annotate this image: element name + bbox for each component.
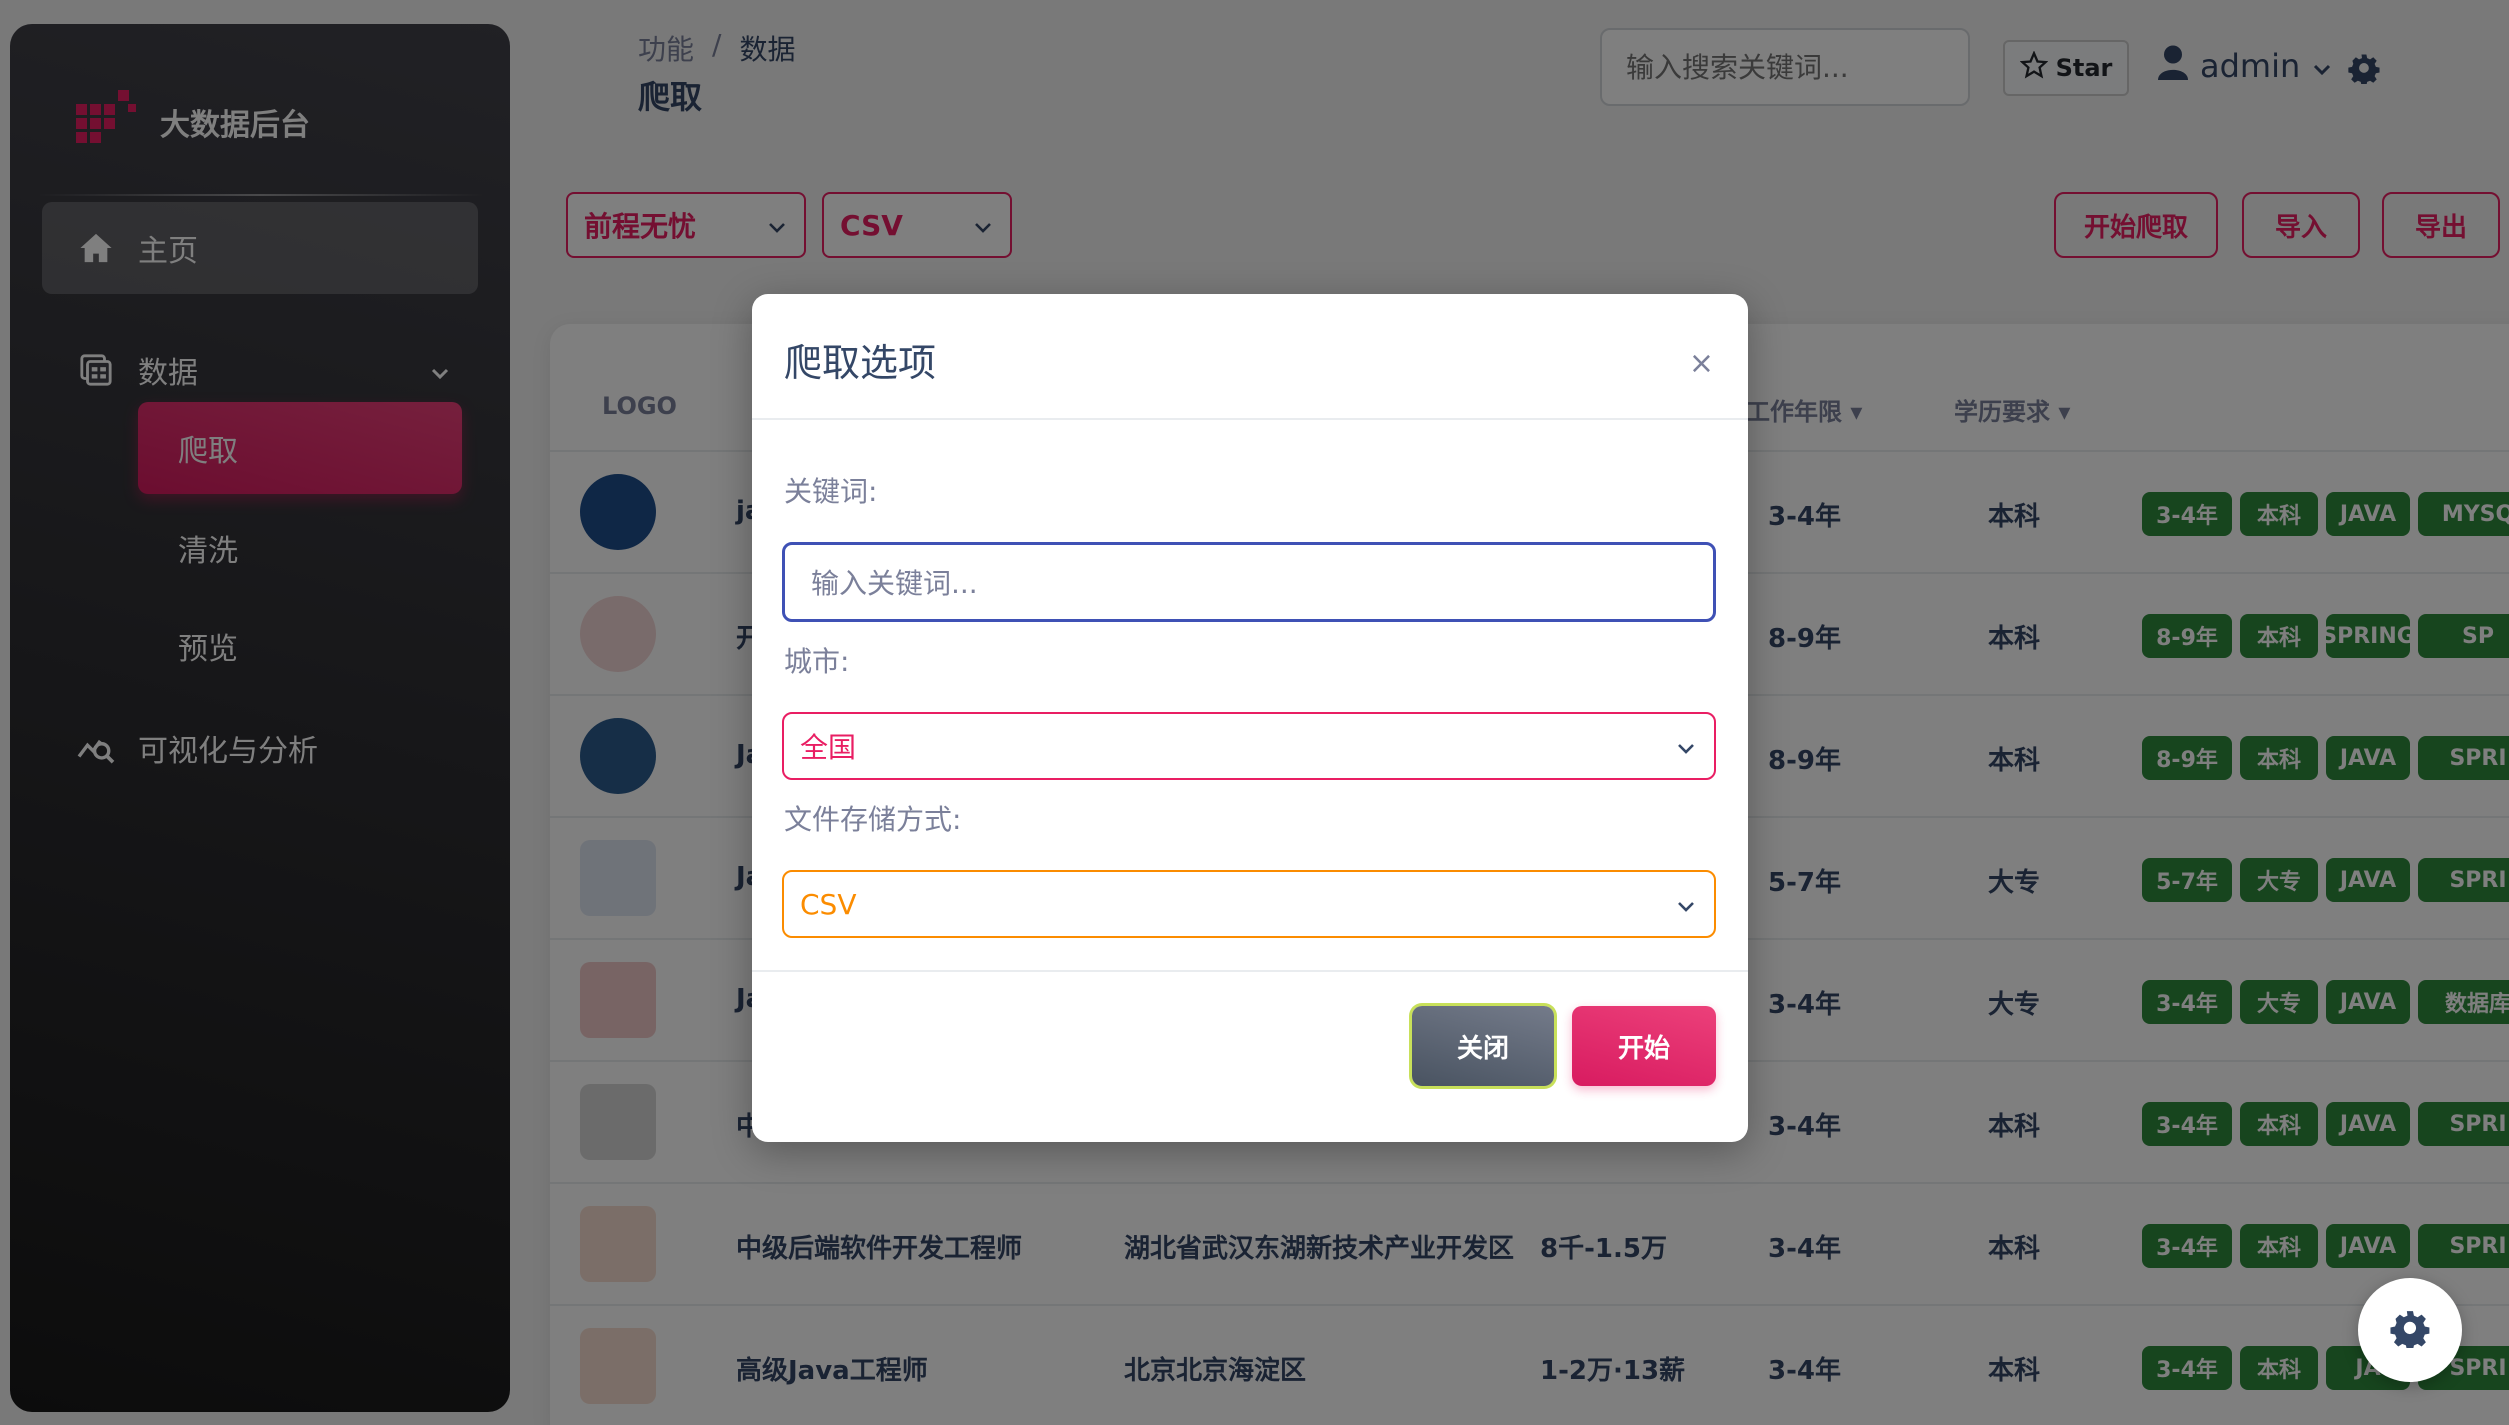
city-select-value: 全国 [800, 731, 857, 764]
modal-footer-divider [752, 970, 1748, 972]
start-button[interactable]: 开始 [1572, 1006, 1716, 1086]
keyword-label: 关键词: [784, 475, 878, 508]
keyword-placeholder: 输入关键词... [811, 567, 978, 600]
chevron-down-icon [1674, 730, 1698, 763]
storage-select-value: CSV [800, 887, 857, 921]
keyword-input[interactable]: 输入关键词... [782, 542, 1716, 622]
city-label: 城市: [784, 645, 850, 678]
modal-header-divider [752, 418, 1748, 420]
storage-select[interactable]: CSV [782, 870, 1716, 938]
configurator-button[interactable] [2358, 1278, 2462, 1382]
crawl-options-modal: 爬取选项 × 关键词: 输入关键词... 城市: 全国 文件存储方式: CSV … [752, 294, 1748, 1142]
settings-gear-icon [2390, 1308, 2430, 1352]
city-select[interactable]: 全国 [782, 712, 1716, 780]
close-icon[interactable]: × [1689, 346, 1714, 381]
modal-title: 爬取选项 [784, 341, 937, 385]
storage-label: 文件存储方式: [784, 803, 962, 836]
close-button[interactable]: 关闭 [1412, 1006, 1554, 1086]
chevron-down-icon [1674, 888, 1698, 921]
